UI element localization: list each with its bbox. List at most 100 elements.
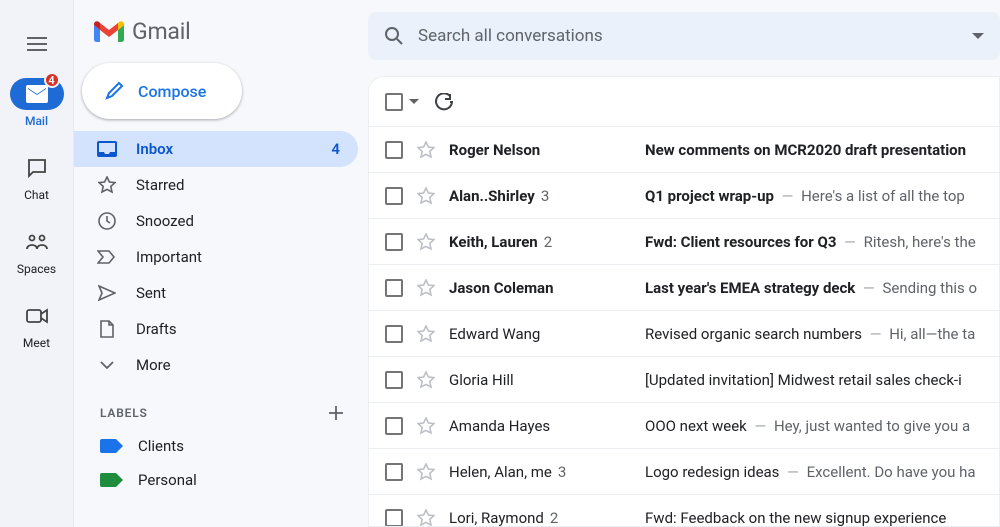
nav-drafts[interactable]: Drafts <box>74 311 358 347</box>
subject-line: Last year's EMEA strategy deck — Sending… <box>645 279 977 297</box>
sender: Keith, Lauren2 <box>449 233 631 251</box>
row-checkbox[interactable] <box>385 417 403 435</box>
main-menu-button[interactable] <box>15 22 59 66</box>
nav-count: 4 <box>331 140 340 158</box>
pencil-icon <box>104 81 124 101</box>
label-tag-icon <box>100 473 116 487</box>
label-tag-icon <box>100 439 116 453</box>
subject-line: Q1 project wrap-up — Here's a list of al… <box>645 187 965 205</box>
rail-spaces[interactable]: Spaces <box>10 226 64 276</box>
nav-label: More <box>136 356 171 374</box>
search-options-button[interactable] <box>972 33 984 39</box>
star-button[interactable] <box>417 279 435 297</box>
compose-button[interactable]: Compose <box>82 63 242 119</box>
subject-line: Fwd: Client resources for Q3 — Ritesh, h… <box>645 233 976 251</box>
rail-label: Meet <box>23 336 50 350</box>
sender: Roger Nelson <box>449 141 631 159</box>
subject-line: [Updated invitation] Midwest retail sale… <box>645 371 962 389</box>
nav-important[interactable]: Important <box>74 239 358 275</box>
select-all-checkbox[interactable] <box>385 93 403 111</box>
star-button[interactable] <box>417 141 435 159</box>
mail-icon <box>26 85 48 103</box>
nav-more[interactable]: More <box>74 347 358 383</box>
sender: Alan..Shirley3 <box>449 187 631 205</box>
nav-snoozed[interactable]: Snoozed <box>74 203 358 239</box>
nav-label: Snoozed <box>136 212 194 230</box>
star-button[interactable] <box>417 417 435 435</box>
nav-sent[interactable]: Sent <box>74 275 358 311</box>
sender: Jason Coleman <box>449 279 631 297</box>
row-checkbox[interactable] <box>385 187 403 205</box>
nav-starred[interactable]: Starred <box>74 167 358 203</box>
rail-chat[interactable]: Chat <box>10 152 64 202</box>
rail-label: Chat <box>24 188 49 202</box>
caret-down-icon <box>972 33 984 39</box>
subject-line: New comments on MCR2020 draft presentati… <box>645 141 966 159</box>
spaces-icon <box>26 234 48 250</box>
row-checkbox[interactable] <box>385 371 403 389</box>
refresh-icon <box>435 93 453 111</box>
row-checkbox[interactable] <box>385 463 403 481</box>
email-row[interactable]: Helen, Alan, me3Logo redesign ideas — Ex… <box>369 449 999 495</box>
important-icon <box>97 250 117 264</box>
star-button[interactable] <box>417 463 435 481</box>
nav-label: Sent <box>136 284 166 302</box>
rail-mail[interactable]: 4 Mail <box>10 78 64 128</box>
email-row[interactable]: Jason Coleman Last year's EMEA strategy d… <box>369 265 999 311</box>
rail-meet[interactable]: Meet <box>10 300 64 350</box>
star-button[interactable] <box>417 371 435 389</box>
email-row[interactable]: Amanda HayesOOO next week — Hey, just wa… <box>369 403 999 449</box>
search-icon <box>384 26 404 46</box>
row-checkbox[interactable] <box>385 233 403 251</box>
sent-icon <box>98 285 116 301</box>
label-personal[interactable]: Personal <box>74 463 368 497</box>
subject-line: OOO next week — Hey, just wanted to give… <box>645 417 970 435</box>
add-label-button[interactable] <box>328 405 344 421</box>
drafts-icon <box>99 320 115 338</box>
mail-badge: 4 <box>44 72 60 88</box>
caret-down-icon <box>409 99 419 104</box>
gmail-logo-icon <box>94 20 124 44</box>
email-row[interactable]: Gloria Hill [Updated invitation] Midwest … <box>369 357 999 403</box>
email-toolbar <box>369 77 999 127</box>
star-icon <box>98 176 116 194</box>
star-button[interactable] <box>417 187 435 205</box>
brand[interactable]: Gmail <box>74 8 368 63</box>
sender: Gloria Hill <box>449 371 631 389</box>
search-bar[interactable]: Search all conversations <box>368 12 1000 60</box>
refresh-button[interactable] <box>435 93 453 111</box>
select-all[interactable] <box>385 93 419 111</box>
sender: Lori, Raymond2 <box>449 509 631 527</box>
expand-icon <box>100 361 114 369</box>
labels-title: LABELS <box>100 406 148 420</box>
row-checkbox[interactable] <box>385 141 403 159</box>
nav-label: Inbox <box>136 140 173 158</box>
email-row[interactable]: Edward WangRevised organic search number… <box>369 311 999 357</box>
labels-header: LABELS <box>74 383 368 429</box>
label-clients[interactable]: Clients <box>74 429 368 463</box>
subject-line: Logo redesign ideas — Excellent. Do have… <box>645 463 976 481</box>
subject-line: Fwd: Feedback on the new signup experien… <box>645 509 946 527</box>
email-row[interactable]: Keith, Lauren2 Fwd: Client resources for … <box>369 219 999 265</box>
search-placeholder: Search all conversations <box>418 26 603 46</box>
nav-inbox[interactable]: Inbox 4 <box>74 131 358 167</box>
plus-icon <box>328 405 344 421</box>
brand-name: Gmail <box>132 18 191 45</box>
inbox-icon <box>97 141 117 157</box>
compose-label: Compose <box>138 82 206 101</box>
email-row[interactable]: Alan..Shirley3 Q1 project wrap-up — Here'… <box>369 173 999 219</box>
nav-label: Drafts <box>136 320 177 338</box>
star-button[interactable] <box>417 325 435 343</box>
star-button[interactable] <box>417 233 435 251</box>
email-row[interactable]: Lori, Raymond2 Fwd: Feedback on the new s… <box>369 495 999 527</box>
label-text: Personal <box>138 471 197 489</box>
email-row[interactable]: Roger Nelson New comments on MCR2020 draf… <box>369 127 999 173</box>
row-checkbox[interactable] <box>385 509 403 527</box>
nav-label: Starred <box>136 176 184 194</box>
subject-line: Revised organic search numbers — Hi, all… <box>645 325 975 343</box>
row-checkbox[interactable] <box>385 279 403 297</box>
rail-label: Spaces <box>17 262 56 276</box>
meet-icon <box>26 308 48 324</box>
star-button[interactable] <box>417 509 435 527</box>
row-checkbox[interactable] <box>385 325 403 343</box>
